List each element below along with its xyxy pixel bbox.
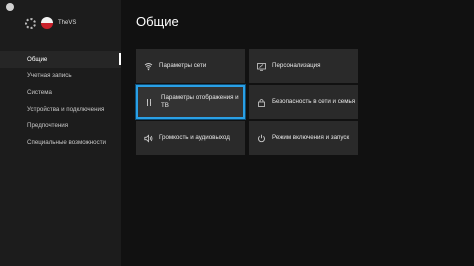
- nav-item-accessibility[interactable]: Специальные возможности: [0, 134, 121, 151]
- gamertag: TheVS: [58, 20, 77, 26]
- tv-display-icon: [146, 98, 155, 107]
- tile-volume-audio[interactable]: Громкость и аудиовыход: [136, 121, 245, 155]
- nav-item-label: Учетная запись: [27, 72, 72, 80]
- nav-item-devices[interactable]: Устройства и подключения: [0, 101, 121, 118]
- avatar: [41, 17, 53, 29]
- speaker-icon: [144, 134, 153, 143]
- page-title: Общие: [136, 14, 179, 29]
- tile-power-startup[interactable]: Режим включения и запуск: [249, 121, 358, 155]
- gear-icon: [25, 17, 36, 29]
- nav-item-label: Устройства и подключения: [27, 105, 105, 113]
- nav-item-account[interactable]: Учетная запись: [0, 68, 121, 85]
- sidebar: TheVS Общие Учетная запись Система Устро…: [0, 0, 121, 266]
- tile-label: Параметры отображения и ТВ: [161, 94, 239, 109]
- nav-item-label: Общие: [27, 55, 48, 63]
- nav-selection-indicator: [119, 53, 121, 66]
- nav-item-preferences[interactable]: Предпочтения: [0, 117, 121, 134]
- nav-item-label: Система: [27, 88, 52, 96]
- xbox-logo-icon: [6, 3, 14, 11]
- tile-label: Параметры сети: [159, 62, 207, 70]
- nav-item-general[interactable]: Общие: [0, 51, 121, 68]
- tile-label: Режим включения и запуск: [272, 134, 350, 142]
- tile-display-tv[interactable]: Параметры отображения и ТВ: [136, 85, 245, 119]
- tile-network-settings[interactable]: Параметры сети: [136, 49, 245, 83]
- tile-label: Громкость и аудиовыход: [159, 134, 230, 142]
- lock-icon: [257, 98, 266, 107]
- settings-nav: Общие Учетная запись Система Устройства …: [0, 51, 121, 151]
- power-icon: [257, 134, 266, 143]
- nav-item-label: Предпочтения: [27, 122, 69, 130]
- network-icon: [144, 62, 153, 71]
- tile-label: Безопасность в сети и семья: [272, 98, 356, 106]
- tile-personalization[interactable]: Персонализация: [249, 49, 358, 83]
- tile-label: Персонализация: [272, 62, 321, 70]
- tile-online-safety-family[interactable]: Безопасность в сети и семья: [249, 85, 358, 119]
- personalization-icon: [257, 62, 266, 71]
- nav-item-label: Специальные возможности: [27, 138, 106, 146]
- profile-header[interactable]: TheVS: [25, 15, 76, 31]
- nav-item-system[interactable]: Система: [0, 84, 121, 101]
